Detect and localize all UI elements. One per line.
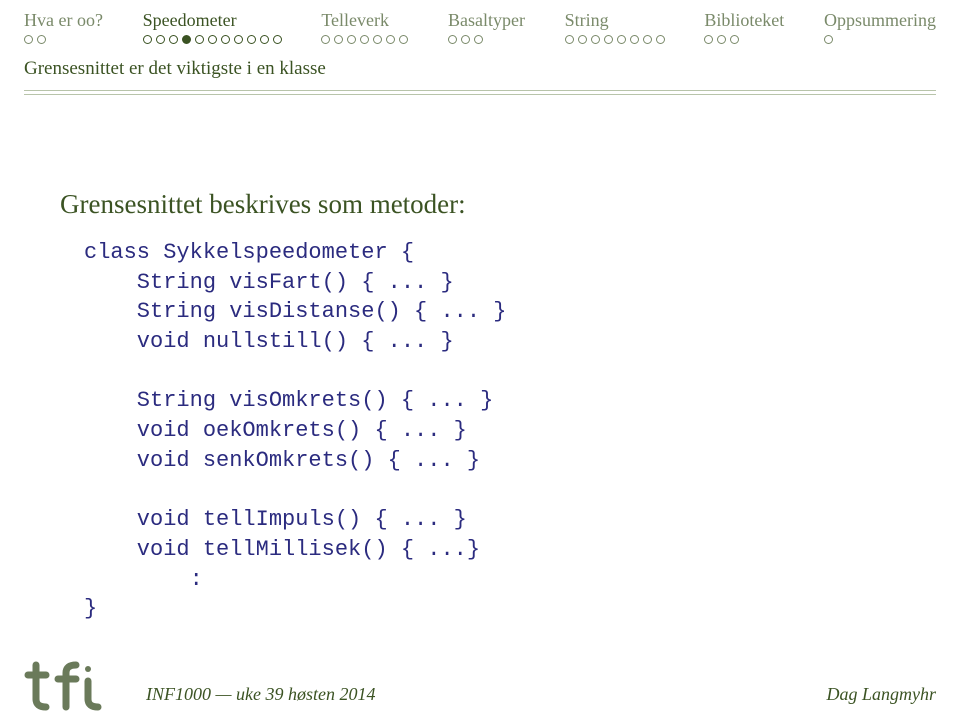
progress-dot[interactable]: [321, 35, 330, 44]
progress-dot[interactable]: [717, 35, 726, 44]
nav-item[interactable]: Hva er oo?: [24, 10, 103, 44]
footer-left: INF1000 — uke 39 høsten 2014: [146, 684, 375, 705]
progress-dot[interactable]: [578, 35, 587, 44]
progress-dot[interactable]: [208, 35, 217, 44]
progress-dot[interactable]: [347, 35, 356, 44]
footer: INF1000 — uke 39 høsten 2014 Dag Langmyh…: [0, 659, 960, 711]
progress-dot[interactable]: [704, 35, 713, 44]
progress-dot[interactable]: [260, 35, 269, 44]
progress-dot[interactable]: [461, 35, 470, 44]
slide: Hva er oo? Speedometer Telleverk Basaltyper…: [0, 0, 960, 719]
nav-label: String: [565, 10, 609, 31]
progress-dot[interactable]: [643, 35, 652, 44]
progress-dot[interactable]: [37, 35, 46, 44]
progress-dot[interactable]: [24, 35, 33, 44]
progress-dot[interactable]: [730, 35, 739, 44]
progress-dot[interactable]: [617, 35, 626, 44]
divider-rules: [0, 90, 960, 99]
nav-item[interactable]: String: [565, 10, 665, 44]
nav-item[interactable]: Telleverk: [321, 10, 408, 44]
rule-line: [24, 90, 936, 91]
progress-dot[interactable]: [474, 35, 483, 44]
nav-bar: Hva er oo? Speedometer Telleverk Basaltyper…: [0, 0, 960, 44]
nav-label: Hva er oo?: [24, 10, 103, 31]
progress-dot[interactable]: [273, 35, 282, 44]
slide-body: Grensesnittet beskrives som metoder: cla…: [0, 99, 960, 624]
progress-dot[interactable]: [656, 35, 665, 44]
nav-label: Basaltyper: [448, 10, 525, 31]
progress-dot[interactable]: [169, 35, 178, 44]
progress-dot[interactable]: [386, 35, 395, 44]
nav-progress-dots: [143, 35, 282, 44]
nav-progress-dots: [448, 35, 483, 44]
progress-dot[interactable]: [591, 35, 600, 44]
progress-dot[interactable]: [360, 35, 369, 44]
body-heading: Grensesnittet beskrives som metoder:: [60, 189, 900, 220]
progress-dot[interactable]: [604, 35, 613, 44]
nav-progress-dots: [565, 35, 665, 44]
progress-dot[interactable]: [824, 35, 833, 44]
progress-dot[interactable]: [182, 35, 191, 44]
nav-item[interactable]: Speedometer: [143, 10, 282, 44]
nav-item[interactable]: Oppsummering: [824, 10, 936, 44]
section-title: Grensesnittet er det viktigste i en klas…: [0, 44, 960, 90]
nav-progress-dots: [824, 35, 833, 44]
footer-right: Dag Langmyhr: [826, 684, 936, 705]
nav-item[interactable]: Basaltyper: [448, 10, 525, 44]
progress-dot[interactable]: [234, 35, 243, 44]
progress-dot[interactable]: [373, 35, 382, 44]
progress-dot[interactable]: [565, 35, 574, 44]
nav-label: Telleverk: [321, 10, 389, 31]
code-block: class Sykkelspeedometer { String visFart…: [60, 238, 900, 624]
nav-progress-dots: [24, 35, 46, 44]
nav-label: Speedometer: [143, 10, 237, 31]
progress-dot[interactable]: [221, 35, 230, 44]
progress-dot[interactable]: [630, 35, 639, 44]
progress-dot[interactable]: [247, 35, 256, 44]
footer-text: INF1000 — uke 39 høsten 2014 Dag Langmyh…: [146, 684, 936, 711]
nav-progress-dots: [321, 35, 408, 44]
progress-dot[interactable]: [143, 35, 152, 44]
progress-dot[interactable]: [448, 35, 457, 44]
progress-dot[interactable]: [195, 35, 204, 44]
nav-label: Biblioteket: [704, 10, 784, 31]
nav-label: Oppsummering: [824, 10, 936, 31]
logo-icon: [24, 659, 114, 711]
progress-dot[interactable]: [156, 35, 165, 44]
nav-progress-dots: [704, 35, 739, 44]
progress-dot[interactable]: [399, 35, 408, 44]
progress-dot[interactable]: [334, 35, 343, 44]
nav-item[interactable]: Biblioteket: [704, 10, 784, 44]
rule-line: [24, 94, 936, 95]
